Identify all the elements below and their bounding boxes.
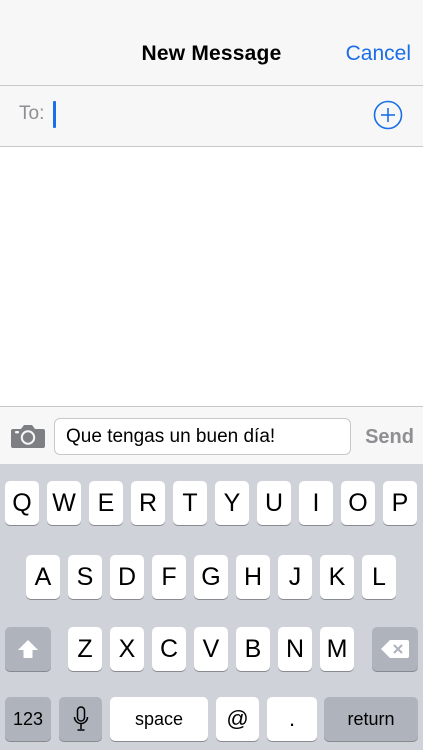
to-label: To: <box>19 103 45 124</box>
key-s[interactable]: S <box>68 555 102 599</box>
navigation-bar: New Message Cancel <box>0 0 423 86</box>
key-d[interactable]: D <box>110 555 144 599</box>
key-l[interactable]: L <box>362 555 396 599</box>
key-t[interactable]: T <box>173 481 207 525</box>
period-key[interactable]: . <box>267 697 317 741</box>
recipient-row: To: <box>0 86 423 147</box>
key-a[interactable]: A <box>26 555 60 599</box>
key-r[interactable]: R <box>131 481 165 525</box>
recipient-input[interactable] <box>52 98 352 132</box>
backspace-icon[interactable] <box>372 627 418 671</box>
key-g[interactable]: G <box>194 555 228 599</box>
numbers-key[interactable]: 123 <box>5 697 51 741</box>
key-v[interactable]: V <box>194 627 228 671</box>
text-cursor <box>53 101 56 128</box>
send-button[interactable]: Send <box>365 426 414 449</box>
key-i[interactable]: I <box>299 481 333 525</box>
cancel-button[interactable]: Cancel <box>346 42 411 66</box>
message-input[interactable] <box>54 418 351 455</box>
key-x[interactable]: X <box>110 627 144 671</box>
plus-circle-icon[interactable] <box>373 100 403 130</box>
key-u[interactable]: U <box>257 481 291 525</box>
space-key[interactable]: space <box>110 697 208 741</box>
key-n[interactable]: N <box>278 627 312 671</box>
shift-icon[interactable] <box>5 627 51 671</box>
key-h[interactable]: H <box>236 555 270 599</box>
camera-icon[interactable] <box>10 422 46 450</box>
key-w[interactable]: W <box>47 481 81 525</box>
key-b[interactable]: B <box>236 627 270 671</box>
keyboard: Q W E R T Y U I O P A S D F G H J K L Z … <box>0 464 423 750</box>
key-q[interactable]: Q <box>5 481 39 525</box>
key-j[interactable]: J <box>278 555 312 599</box>
compose-bar: Send <box>0 406 423 464</box>
at-key[interactable]: @ <box>216 697 259 741</box>
key-m[interactable]: M <box>320 627 354 671</box>
key-o[interactable]: O <box>341 481 375 525</box>
key-e[interactable]: E <box>89 481 123 525</box>
key-p[interactable]: P <box>383 481 417 525</box>
message-thread-area <box>0 147 423 406</box>
microphone-icon[interactable] <box>59 697 102 741</box>
key-y[interactable]: Y <box>215 481 249 525</box>
key-c[interactable]: C <box>152 627 186 671</box>
key-f[interactable]: F <box>152 555 186 599</box>
key-z[interactable]: Z <box>68 627 102 671</box>
return-key[interactable]: return <box>324 697 418 741</box>
key-k[interactable]: K <box>320 555 354 599</box>
